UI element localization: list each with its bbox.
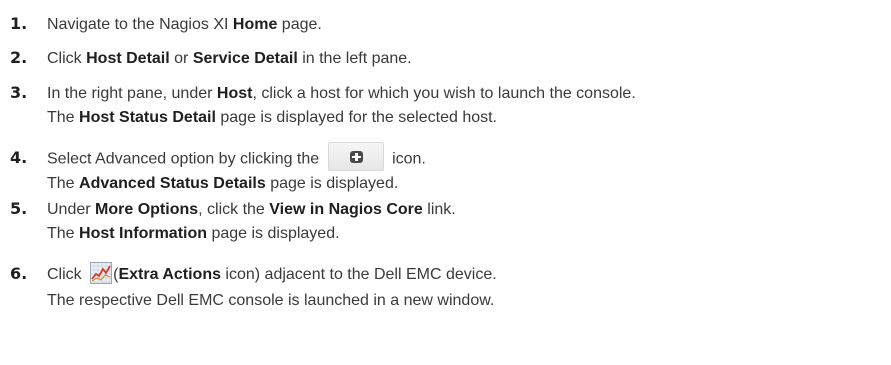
step-text: link. — [422, 201, 456, 218]
extra-actions-chart-icon — [90, 261, 113, 284]
step-text: Select Advanced option by clicking the — [47, 150, 324, 168]
step-text: The — [47, 109, 80, 126]
plus-square-icon — [327, 142, 384, 171]
step-line: Click (Extra Actions icon) adjacent to t… — [47, 261, 497, 286]
step-line: Navigate to the Nagios XI Home page. — [47, 14, 322, 36]
ui-term: More Options — [95, 201, 199, 218]
ui-term: Advanced Status Details — [79, 175, 266, 192]
ui-term: Extra Actions — [118, 266, 221, 283]
step-line: Under More Options, click the View in Na… — [47, 199, 456, 221]
step-text: or — [169, 50, 193, 67]
step-text: Click — [47, 50, 87, 67]
step-line: In the right pane, under Host, click a h… — [47, 83, 636, 105]
step-line: The Host Information page is displayed. — [47, 223, 340, 245]
step-text: page is displayed. — [207, 225, 340, 242]
step-text: In the right pane, under — [47, 85, 217, 102]
instruction-list: 1. Navigate to the Nagios XI Home page. 2.… — [0, 0, 891, 365]
step-number: 1. — [10, 14, 28, 33]
ui-term: Host — [216, 85, 253, 102]
step-line: The Host Status Detail page is displayed… — [47, 107, 497, 129]
step-text: The respective Dell EMC console is launc… — [47, 292, 495, 309]
ui-term: View in Nagios Core — [269, 201, 423, 218]
ui-term: Host Status Detail — [79, 109, 216, 126]
step-text: , click a host for which you wish to lau… — [252, 85, 636, 102]
step-text: Under — [47, 201, 96, 218]
step-number: 5. — [10, 199, 28, 218]
step-line: The respective Dell EMC console is launc… — [47, 290, 494, 312]
step-line: The Advanced Status Details page is disp… — [47, 173, 398, 195]
step-number: 4. — [10, 148, 28, 167]
step-text: page is displayed. — [265, 175, 399, 192]
step-text: page is displayed for the selected host. — [215, 109, 497, 126]
step-line: Click Host Detail or Service Detail in t… — [47, 48, 412, 70]
ui-term: Service Detail — [192, 50, 298, 67]
step-line: Select Advanced option by clicking the i… — [47, 142, 426, 171]
step-text: icon) adjacent to the Dell EMC device. — [220, 266, 497, 283]
step-text: icon. — [387, 150, 426, 168]
step-text: Navigate to the Nagios XI — [47, 16, 233, 33]
step-text: page. — [277, 16, 322, 33]
step-text: Click — [47, 266, 87, 283]
step-text: , click the — [198, 201, 270, 218]
step-number: 2. — [10, 48, 28, 67]
ui-term: Host Detail — [86, 50, 170, 67]
ui-term: Home — [232, 16, 278, 33]
step-number: 6. — [10, 264, 28, 283]
step-text: in the left pane. — [297, 50, 412, 67]
step-number: 3. — [10, 83, 28, 102]
step-text: The — [47, 175, 80, 192]
ui-term: Host Information — [79, 225, 208, 242]
step-text: The — [47, 225, 80, 242]
